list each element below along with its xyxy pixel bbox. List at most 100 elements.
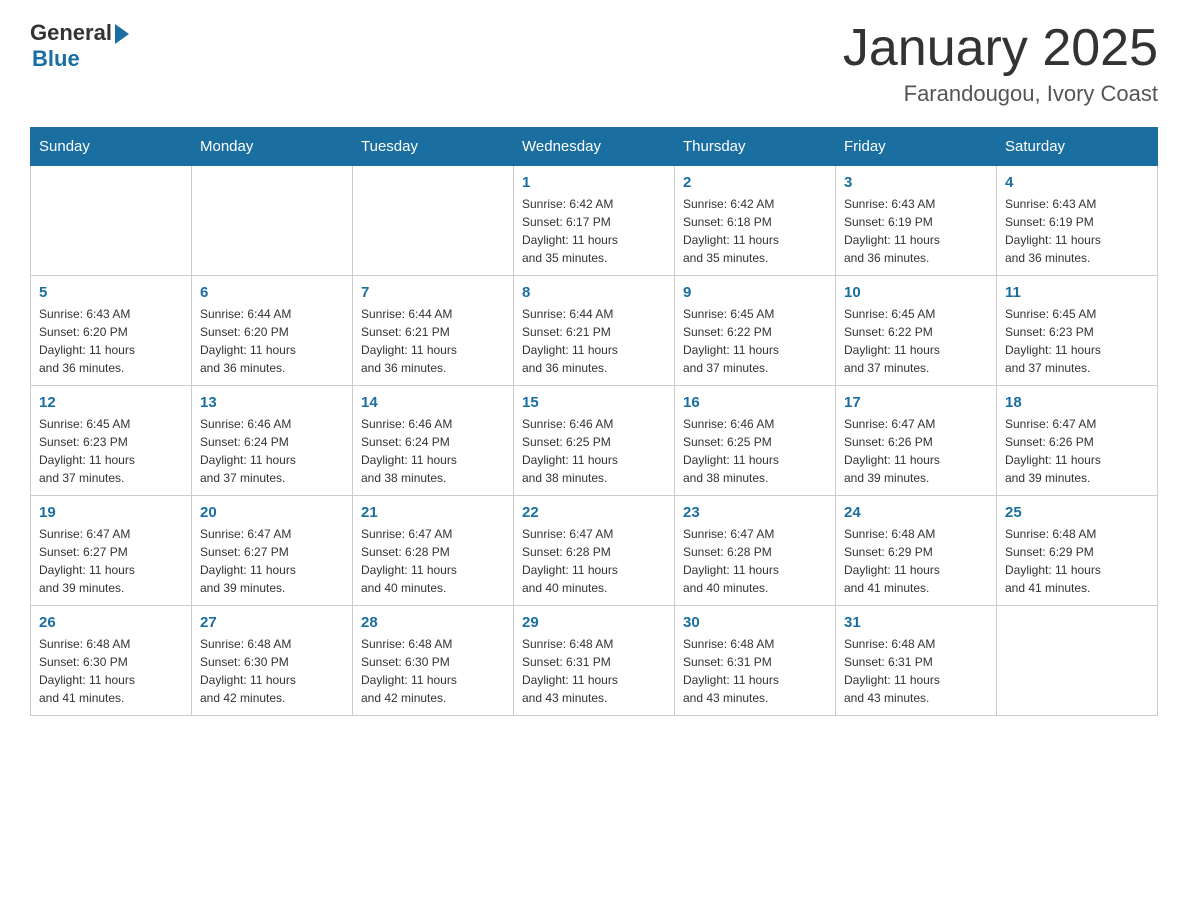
- day-info: Sunrise: 6:46 AM Sunset: 6:25 PM Dayligh…: [522, 415, 666, 487]
- calendar-cell: 21 Sunrise: 6:47 AM Sunset: 6:28 PM Dayli…: [353, 496, 514, 606]
- day-info: Sunrise: 6:45 AM Sunset: 6:23 PM Dayligh…: [1005, 305, 1149, 377]
- days-header-row: SundayMondayTuesdayWednesdayThursdayFrid…: [31, 128, 1158, 166]
- calendar-cell: 24 Sunrise: 6:48 AM Sunset: 6:29 PM Dayli…: [836, 496, 997, 606]
- day-number: 31: [844, 614, 988, 631]
- day-number: 3: [844, 174, 988, 191]
- day-number: 19: [39, 504, 183, 521]
- day-info: Sunrise: 6:47 AM Sunset: 6:27 PM Dayligh…: [200, 525, 344, 597]
- day-number: 2: [683, 174, 827, 191]
- day-info: Sunrise: 6:48 AM Sunset: 6:31 PM Dayligh…: [844, 635, 988, 707]
- logo-blue-text: Blue: [32, 46, 80, 72]
- day-info: Sunrise: 6:48 AM Sunset: 6:31 PM Dayligh…: [683, 635, 827, 707]
- logo-general-text: General: [30, 20, 112, 46]
- day-info: Sunrise: 6:47 AM Sunset: 6:26 PM Dayligh…: [1005, 415, 1149, 487]
- day-number: 16: [683, 394, 827, 411]
- day-number: 12: [39, 394, 183, 411]
- calendar-cell: 8 Sunrise: 6:44 AM Sunset: 6:21 PM Daylig…: [514, 276, 675, 386]
- calendar-cell: 17 Sunrise: 6:47 AM Sunset: 6:26 PM Dayli…: [836, 386, 997, 496]
- calendar-cell: 27 Sunrise: 6:48 AM Sunset: 6:30 PM Dayli…: [192, 606, 353, 716]
- calendar-cell: [353, 166, 514, 276]
- day-number: 24: [844, 504, 988, 521]
- calendar-cell: [192, 166, 353, 276]
- calendar-cell: 15 Sunrise: 6:46 AM Sunset: 6:25 PM Dayli…: [514, 386, 675, 496]
- day-number: 4: [1005, 174, 1149, 191]
- day-number: 13: [200, 394, 344, 411]
- day-number: 23: [683, 504, 827, 521]
- calendar-cell: 5Sunrise: 6:43 AM Sunset: 6:20 PM Daylig…: [31, 276, 192, 386]
- calendar-cell: 4 Sunrise: 6:43 AM Sunset: 6:19 PM Daylig…: [997, 166, 1158, 276]
- calendar-cell: 23 Sunrise: 6:47 AM Sunset: 6:28 PM Dayli…: [675, 496, 836, 606]
- day-number: 1: [522, 174, 666, 191]
- day-number: 21: [361, 504, 505, 521]
- calendar-cell: 22 Sunrise: 6:47 AM Sunset: 6:28 PM Dayli…: [514, 496, 675, 606]
- calendar-cell: 28 Sunrise: 6:48 AM Sunset: 6:30 PM Dayli…: [353, 606, 514, 716]
- day-number: 8: [522, 284, 666, 301]
- day-info: Sunrise: 6:48 AM Sunset: 6:29 PM Dayligh…: [1005, 525, 1149, 597]
- day-header-saturday: Saturday: [997, 128, 1158, 166]
- day-header-tuesday: Tuesday: [353, 128, 514, 166]
- calendar-cell: 18 Sunrise: 6:47 AM Sunset: 6:26 PM Dayli…: [997, 386, 1158, 496]
- day-info: Sunrise: 6:45 AM Sunset: 6:22 PM Dayligh…: [683, 305, 827, 377]
- calendar-cell: [31, 166, 192, 276]
- day-header-sunday: Sunday: [31, 128, 192, 166]
- day-info: Sunrise: 6:42 AM Sunset: 6:18 PM Dayligh…: [683, 195, 827, 267]
- day-number: 5: [39, 284, 183, 301]
- day-number: 28: [361, 614, 505, 631]
- calendar-cell: 26 Sunrise: 6:48 AM Sunset: 6:30 PM Dayli…: [31, 606, 192, 716]
- day-header-monday: Monday: [192, 128, 353, 166]
- day-header-thursday: Thursday: [675, 128, 836, 166]
- day-number: 17: [844, 394, 988, 411]
- day-header-friday: Friday: [836, 128, 997, 166]
- day-number: 15: [522, 394, 666, 411]
- day-info: Sunrise: 6:48 AM Sunset: 6:30 PM Dayligh…: [39, 635, 183, 707]
- calendar-cell: 12 Sunrise: 6:45 AM Sunset: 6:23 PM Dayli…: [31, 386, 192, 496]
- calendar-week-row: 19 Sunrise: 6:47 AM Sunset: 6:27 PM Dayli…: [31, 496, 1158, 606]
- day-info: Sunrise: 6:46 AM Sunset: 6:24 PM Dayligh…: [200, 415, 344, 487]
- calendar-week-row: 1 Sunrise: 6:42 AM Sunset: 6:17 PM Daylig…: [31, 166, 1158, 276]
- day-info: Sunrise: 6:45 AM Sunset: 6:23 PM Dayligh…: [39, 415, 183, 487]
- day-number: 26: [39, 614, 183, 631]
- day-number: 22: [522, 504, 666, 521]
- day-info: Sunrise: 6:44 AM Sunset: 6:21 PM Dayligh…: [361, 305, 505, 377]
- day-info: Sunrise: 6:43 AM Sunset: 6:19 PM Dayligh…: [1005, 195, 1149, 267]
- day-number: 18: [1005, 394, 1149, 411]
- calendar-week-row: 12 Sunrise: 6:45 AM Sunset: 6:23 PM Dayli…: [31, 386, 1158, 496]
- calendar-week-row: 26 Sunrise: 6:48 AM Sunset: 6:30 PM Dayli…: [31, 606, 1158, 716]
- day-info: Sunrise: 6:47 AM Sunset: 6:28 PM Dayligh…: [683, 525, 827, 597]
- logo: General Blue: [30, 20, 129, 72]
- day-info: Sunrise: 6:42 AM Sunset: 6:17 PM Dayligh…: [522, 195, 666, 267]
- day-number: 25: [1005, 504, 1149, 521]
- day-info: Sunrise: 6:44 AM Sunset: 6:20 PM Dayligh…: [200, 305, 344, 377]
- calendar-cell: 6Sunrise: 6:44 AM Sunset: 6:20 PM Daylig…: [192, 276, 353, 386]
- day-number: 14: [361, 394, 505, 411]
- calendar-cell: 1 Sunrise: 6:42 AM Sunset: 6:17 PM Daylig…: [514, 166, 675, 276]
- day-info: Sunrise: 6:48 AM Sunset: 6:29 PM Dayligh…: [844, 525, 988, 597]
- day-info: Sunrise: 6:43 AM Sunset: 6:19 PM Dayligh…: [844, 195, 988, 267]
- calendar-cell: 16Sunrise: 6:46 AM Sunset: 6:25 PM Dayli…: [675, 386, 836, 496]
- calendar-cell: 31 Sunrise: 6:48 AM Sunset: 6:31 PM Dayli…: [836, 606, 997, 716]
- calendar-cell: 30Sunrise: 6:48 AM Sunset: 6:31 PM Dayli…: [675, 606, 836, 716]
- day-number: 27: [200, 614, 344, 631]
- day-info: Sunrise: 6:47 AM Sunset: 6:28 PM Dayligh…: [361, 525, 505, 597]
- day-header-wednesday: Wednesday: [514, 128, 675, 166]
- calendar-cell: 9 Sunrise: 6:45 AM Sunset: 6:22 PM Daylig…: [675, 276, 836, 386]
- calendar-cell: 14Sunrise: 6:46 AM Sunset: 6:24 PM Dayli…: [353, 386, 514, 496]
- calendar-cell: 2 Sunrise: 6:42 AM Sunset: 6:18 PM Daylig…: [675, 166, 836, 276]
- day-number: 7: [361, 284, 505, 301]
- day-info: Sunrise: 6:44 AM Sunset: 6:21 PM Dayligh…: [522, 305, 666, 377]
- day-info: Sunrise: 6:48 AM Sunset: 6:30 PM Dayligh…: [361, 635, 505, 707]
- calendar-cell: 11 Sunrise: 6:45 AM Sunset: 6:23 PM Dayli…: [997, 276, 1158, 386]
- calendar-week-row: 5Sunrise: 6:43 AM Sunset: 6:20 PM Daylig…: [31, 276, 1158, 386]
- calendar-cell: [997, 606, 1158, 716]
- day-info: Sunrise: 6:47 AM Sunset: 6:26 PM Dayligh…: [844, 415, 988, 487]
- day-info: Sunrise: 6:48 AM Sunset: 6:31 PM Dayligh…: [522, 635, 666, 707]
- day-number: 10: [844, 284, 988, 301]
- calendar-table: SundayMondayTuesdayWednesdayThursdayFrid…: [30, 127, 1158, 716]
- title-section: January 2025 Farandougou, Ivory Coast: [843, 20, 1158, 107]
- day-number: 11: [1005, 284, 1149, 301]
- day-number: 9: [683, 284, 827, 301]
- day-info: Sunrise: 6:48 AM Sunset: 6:30 PM Dayligh…: [200, 635, 344, 707]
- day-info: Sunrise: 6:47 AM Sunset: 6:28 PM Dayligh…: [522, 525, 666, 597]
- calendar-cell: 19Sunrise: 6:47 AM Sunset: 6:27 PM Dayli…: [31, 496, 192, 606]
- logo-arrow-icon: [115, 24, 129, 44]
